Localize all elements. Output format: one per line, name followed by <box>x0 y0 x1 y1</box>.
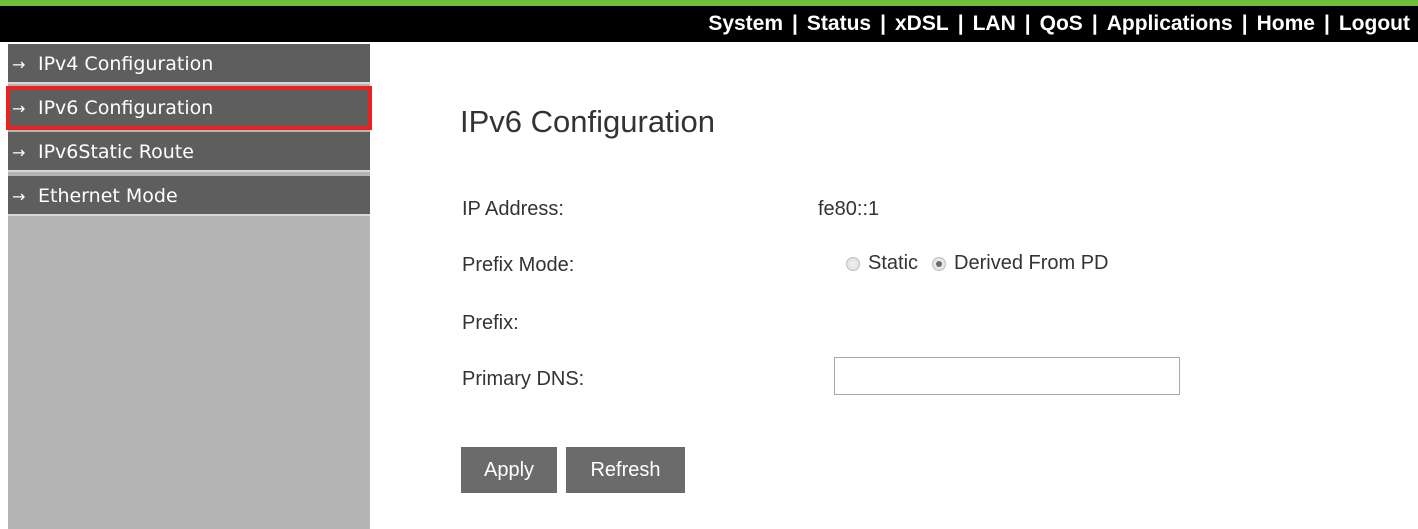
nav-separator: | <box>1024 12 1031 35</box>
sidebar-item-label: IPv6 Configuration <box>38 97 214 119</box>
nav-system[interactable]: System <box>708 12 783 36</box>
prefix-mode-radio-group: Static Derived From PD <box>846 252 1123 275</box>
primary-dns-label: Primary DNS: <box>462 368 585 390</box>
ip-address-label: IP Address: <box>462 198 564 220</box>
nav-separator: | <box>792 12 798 35</box>
arrow-right-icon: → <box>12 55 26 74</box>
prefix-mode-static-radio[interactable] <box>846 256 860 271</box>
sidebar-item-label: IPv6Static Route <box>38 141 194 163</box>
refresh-button[interactable]: Refresh <box>566 447 685 493</box>
nav-logout[interactable]: Logout <box>1339 12 1410 36</box>
sidebar-item-label: IPv4 Configuration <box>38 53 214 75</box>
nav-xdsl[interactable]: xDSL <box>895 12 949 36</box>
prefix-mode-static-label: Static <box>868 252 919 274</box>
sidebar-item-ipv4-configuration[interactable]: → IPv4 Configuration <box>8 44 370 84</box>
sidebar-item-ipv6-configuration[interactable]: → IPv6 Configuration <box>6 86 372 130</box>
prefix-mode-derived-radio[interactable] <box>932 256 947 271</box>
ip-address-value: fe80::1 <box>818 198 880 220</box>
nav-separator: | <box>880 12 886 35</box>
nav-qos[interactable]: QoS <box>1040 12 1083 36</box>
primary-dns-input[interactable] <box>834 357 1180 395</box>
sidebar: → IPv4 Configuration → IPv6 Configuration … <box>6 44 372 529</box>
arrow-right-icon: → <box>12 99 26 118</box>
sidebar-item-ethernet-mode[interactable]: → Ethernet Mode <box>8 176 370 216</box>
nav-home[interactable]: Home <box>1257 12 1315 36</box>
page-title: IPv6 Configuration <box>460 104 716 139</box>
sidebar-item-ipv6-static-route[interactable]: → IPv6Static Route <box>8 132 370 172</box>
apply-button[interactable]: Apply <box>461 447 557 493</box>
sidebar-item-label: Ethernet Mode <box>38 185 178 207</box>
arrow-right-icon: → <box>12 187 26 206</box>
nav-lan[interactable]: LAN <box>973 12 1016 36</box>
nav-separator: | <box>1241 12 1248 35</box>
nav-separator: | <box>1091 12 1098 35</box>
prefix-mode-label: Prefix Mode: <box>462 254 575 276</box>
prefix-label: Prefix: <box>462 312 519 334</box>
nav-separator: | <box>957 12 964 35</box>
nav-separator: | <box>1323 12 1330 35</box>
arrow-right-icon: → <box>12 143 26 162</box>
nav-applications[interactable]: Applications <box>1107 12 1233 36</box>
nav-status[interactable]: Status <box>807 12 871 36</box>
top-navigation: System | Status | xDSL | LAN | QoS | App… <box>0 6 1418 42</box>
prefix-mode-derived-label: Derived From PD <box>954 252 1109 274</box>
